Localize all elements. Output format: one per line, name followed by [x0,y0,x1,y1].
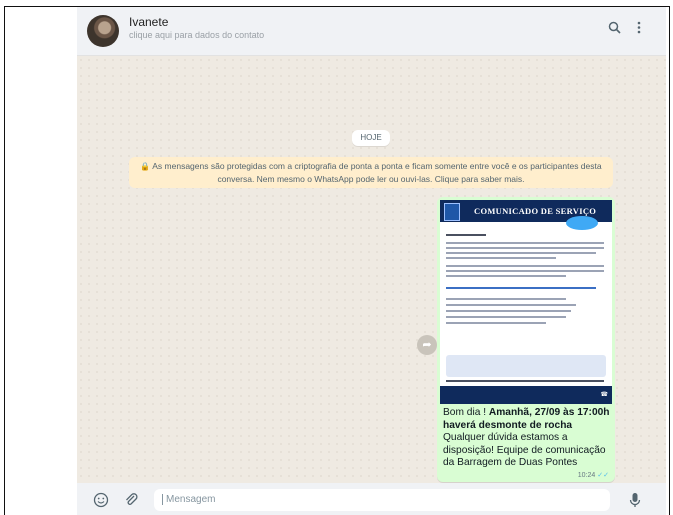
contact-name[interactable]: Ivanete [129,15,168,29]
forward-icon[interactable]: ➦ [417,335,437,355]
encryption-notice-text: As mensagens são protegidas com a cripto… [152,161,602,184]
image-highlight-box [446,355,606,377]
logo-icon [444,203,460,221]
menu-icon[interactable] [637,21,641,37]
message-text-part: Bom dia ! [443,407,489,418]
whatsapp-web-chat: Ivanete clique aqui para dados do contat… [77,7,666,515]
image-text-line [446,270,604,272]
image-text-line [446,242,604,244]
image-text-line [446,322,546,324]
image-title: COMUNICADO DE SERVIÇO [474,206,597,216]
image-text-line [446,247,604,249]
message-time: 10:24 [577,472,596,479]
image-text-line [446,257,556,259]
double-check-icon: ✓✓ [597,472,609,479]
image-text-line [446,234,486,236]
lock-icon: 🔒 [140,162,151,171]
attach-icon[interactable] [123,492,139,511]
message-list[interactable]: HOJE 🔒 As mensagens são protegidas com a… [77,56,666,483]
message-text-part: Qualquer dúvida estamos a disposição! Eq… [443,432,606,468]
message-text: Bom dia ! Amanhã, 27/09 às 17:00h haverá… [443,407,611,470]
image-text-line [446,310,571,312]
message-image[interactable]: COMUNICADO DE SERVIÇO ☎ [440,200,612,404]
image-text-line [446,316,566,318]
image-text-line [446,380,604,382]
image-text-line [446,304,576,306]
message-input-placeholder: Mensagem [162,494,215,505]
search-icon[interactable] [608,21,621,37]
message-timestamp: 10:24 ✓✓ [578,471,609,479]
image-text-line [446,287,596,289]
image-text-line [446,252,596,254]
contact-info-hint[interactable]: clique aqui para dados do contato [129,30,264,40]
image-footer-text: ☎ [600,392,608,398]
image-sticker [566,216,598,230]
avatar[interactable] [87,15,119,47]
chat-header[interactable]: Ivanete clique aqui para dados do contat… [77,7,666,56]
outgoing-message[interactable]: COMUNICADO DE SERVIÇO ☎ Bom dia ! Amanhã… [437,197,615,482]
image-footer-banner: ☎ [440,386,612,404]
emoji-icon[interactable] [93,492,109,511]
image-text-line [446,275,566,277]
message-input[interactable]: Mensagem [154,489,610,511]
image-text-line [446,265,604,267]
image-text-line [446,298,566,300]
encryption-notice[interactable]: 🔒 As mensagens são protegidas com a crip… [129,157,613,188]
date-divider: HOJE [352,130,390,146]
composer-bar: Mensagem [77,483,666,515]
microphone-icon[interactable] [629,492,641,511]
